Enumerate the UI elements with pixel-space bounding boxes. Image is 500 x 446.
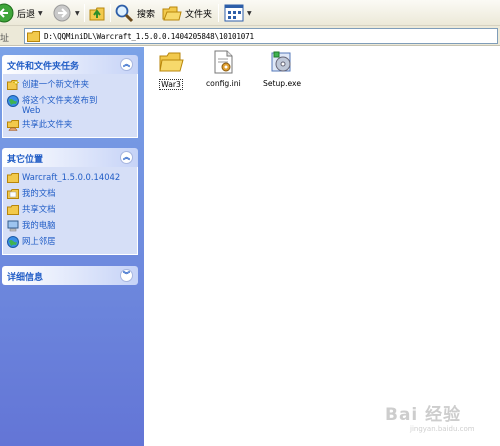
back-dropdown-icon[interactable]: ▼ bbox=[38, 10, 43, 17]
up-folder-button[interactable] bbox=[88, 2, 108, 24]
search-icon bbox=[115, 4, 134, 23]
file-item-war3[interactable]: War3 bbox=[158, 49, 184, 90]
folders-icon bbox=[162, 6, 182, 21]
details-title: 详细信息 bbox=[7, 273, 44, 283]
file-tasks-title: 文件和文件夹任务 bbox=[7, 62, 80, 72]
task-publish-web[interactable]: 将这个文件夹发布到 Web bbox=[3, 93, 137, 117]
up-folder-icon bbox=[89, 7, 105, 21]
file-tasks-body: 创建一个新文件夹 将这个文件夹发布到 Web 共享此文件夹 bbox=[2, 74, 138, 138]
folders-label: 文件夹 bbox=[185, 9, 213, 20]
collapse-chevron-icon[interactable]: ︽ bbox=[120, 58, 133, 71]
collapse-chevron-icon[interactable]: ︽ bbox=[120, 151, 133, 164]
forward-arrow-icon bbox=[53, 4, 71, 22]
place-warcraft-folder[interactable]: Warcraft_1.5.0.0.14042 bbox=[3, 170, 137, 186]
toolbar-separator bbox=[110, 4, 111, 22]
back-arrow-icon bbox=[0, 3, 14, 23]
other-places-header[interactable]: 其它位置 ︽ bbox=[2, 148, 138, 167]
new-folder-icon bbox=[7, 79, 19, 90]
place-label: 我的电脑 bbox=[22, 220, 56, 230]
place-shared-documents[interactable]: 共享文档 bbox=[3, 202, 137, 218]
task-label-line2: Web bbox=[22, 105, 41, 115]
place-label: 网上邻居 bbox=[22, 236, 56, 246]
toolbar-separator bbox=[84, 4, 85, 22]
search-label: 搜索 bbox=[137, 9, 156, 20]
task-label-line1: 将这个文件夹发布到 bbox=[22, 95, 98, 105]
place-my-computer[interactable]: 我的电脑 bbox=[3, 218, 137, 234]
file-item-setup-exe[interactable]: Setup.exe bbox=[262, 49, 302, 89]
place-label: 我的文档 bbox=[22, 188, 56, 198]
address-input[interactable]: D:\QQMiniDL\Warcraft_1.5.0.0.1404205848\… bbox=[24, 28, 498, 44]
other-places-body: Warcraft_1.5.0.0.14042 我的文档 共享文档 我的电脑 网上… bbox=[2, 167, 138, 255]
forward-button[interactable]: ▼ bbox=[52, 2, 80, 24]
task-new-folder[interactable]: 创建一个新文件夹 bbox=[3, 77, 137, 93]
views-dropdown-icon[interactable]: ▼ bbox=[247, 10, 252, 17]
task-label: 将这个文件夹发布到 Web bbox=[22, 95, 97, 115]
expand-chevron-icon[interactable]: ︾ bbox=[120, 269, 133, 282]
other-places-panel: 其它位置 ︽ Warcraft_1.5.0.0.14042 我的文档 共享文档 … bbox=[2, 148, 138, 255]
address-bar: 址 D:\QQMiniDL\Warcraft_1.5.0.0.140420584… bbox=[0, 26, 500, 46]
task-pane: 文件和文件夹任务 ︽ 创建一个新文件夹 将这个文件夹发布到 Web 共享此文件夹… bbox=[0, 47, 144, 446]
details-panel: 详细信息 ︾ bbox=[2, 266, 138, 285]
other-places-title: 其它位置 bbox=[7, 155, 44, 165]
publish-web-icon bbox=[7, 95, 19, 107]
file-tasks-panel: 文件和文件夹任务 ︽ 创建一个新文件夹 将这个文件夹发布到 Web 共享此文件夹 bbox=[2, 55, 138, 138]
folder-icon bbox=[27, 30, 40, 42]
file-tasks-header[interactable]: 文件和文件夹任务 ︽ bbox=[2, 55, 138, 74]
folder-icon bbox=[159, 52, 184, 72]
back-button[interactable]: 后退 ▼ bbox=[0, 2, 43, 24]
watermark-logo: Bai 经验 bbox=[385, 405, 462, 425]
file-list[interactable]: War3 config.ini Setup.exe bbox=[144, 47, 500, 446]
address-path: D:\QQMiniDL\Warcraft_1.5.0.0.1404205848\… bbox=[44, 31, 254, 41]
task-label: 创建一个新文件夹 bbox=[22, 79, 89, 89]
file-name: Setup.exe bbox=[263, 79, 301, 88]
search-button[interactable]: 搜索 bbox=[114, 2, 155, 24]
file-item-config-ini[interactable]: config.ini bbox=[205, 49, 242, 89]
my-computer-icon bbox=[7, 220, 19, 232]
forward-dropdown-icon[interactable]: ▼ bbox=[75, 10, 80, 17]
views-button[interactable]: ▼ bbox=[224, 2, 252, 24]
details-header[interactable]: 详细信息 ︾ bbox=[2, 266, 138, 285]
file-name: War3 bbox=[159, 79, 183, 90]
ini-file-icon bbox=[214, 50, 233, 74]
network-places-icon bbox=[7, 236, 19, 248]
task-share-folder[interactable]: 共享此文件夹 bbox=[3, 117, 137, 133]
task-label: 共享此文件夹 bbox=[22, 119, 73, 129]
folder-icon bbox=[7, 173, 19, 183]
share-folder-icon bbox=[7, 120, 19, 131]
folders-button[interactable]: 文件夹 bbox=[162, 2, 212, 24]
setup-exe-icon bbox=[271, 51, 291, 72]
my-documents-icon bbox=[7, 189, 19, 199]
file-name: config.ini bbox=[206, 79, 241, 88]
toolbar: 后退 ▼ ▼ 搜索 文件夹 ▼ bbox=[0, 0, 500, 26]
toolbar-separator bbox=[218, 4, 219, 22]
shared-documents-icon bbox=[7, 205, 19, 215]
place-label: 共享文档 bbox=[22, 204, 56, 214]
back-label: 后退 bbox=[17, 9, 36, 20]
place-my-documents[interactable]: 我的文档 bbox=[3, 186, 137, 202]
place-label: Warcraft_1.5.0.0.14042 bbox=[22, 172, 121, 182]
place-network-places[interactable]: 网上邻居 bbox=[3, 234, 137, 250]
views-icon bbox=[224, 4, 244, 22]
watermark-url: jingyan.baidu.com bbox=[410, 425, 475, 433]
address-label: 址 bbox=[0, 34, 10, 44]
